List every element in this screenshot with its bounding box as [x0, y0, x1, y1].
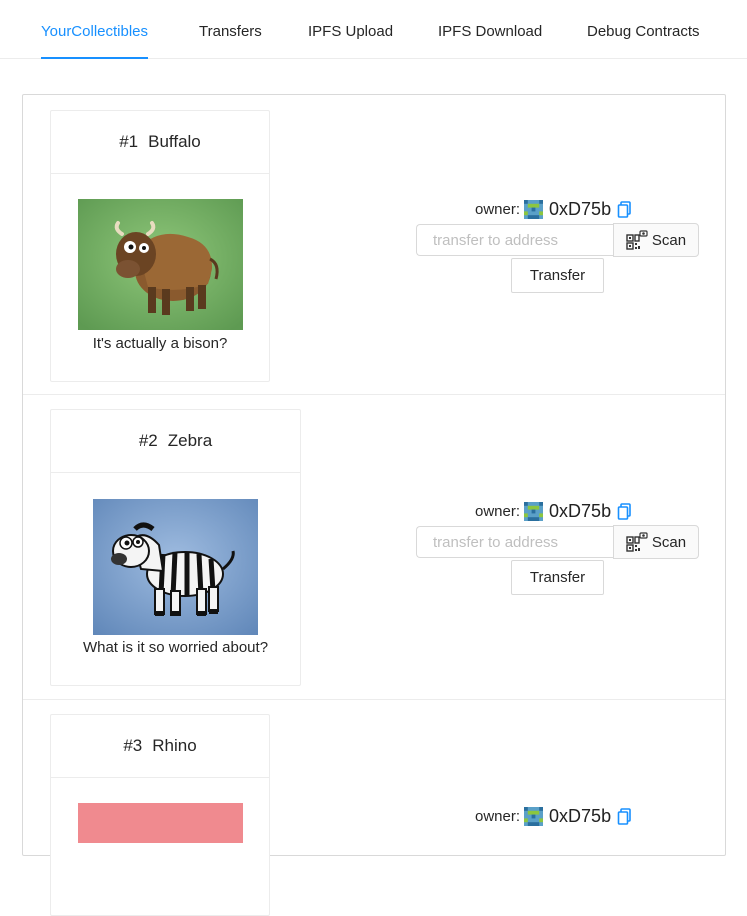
- owner-address: 0xD75b: [549, 500, 612, 521]
- token-number: #1: [119, 132, 139, 151]
- tab-ipfs-upload[interactable]: IPFS Upload: [308, 0, 393, 58]
- tab-your-collectibles[interactable]: YourCollectibles: [41, 0, 149, 59]
- owner-label: owner:: [475, 502, 521, 520]
- rhino-image: [78, 803, 243, 843]
- tab-transfers[interactable]: Transfers: [199, 0, 262, 58]
- owner-display: owner: 0xD75b: [475, 198, 632, 220]
- transfer-address-input[interactable]: [416, 526, 613, 558]
- blockie-avatar: [524, 199, 544, 219]
- card-title: #2 Zebra: [51, 410, 300, 473]
- card-title: #1 Buffalo: [51, 111, 269, 174]
- collectible-card: #1 Buffalo It's actually a bison?: [50, 110, 270, 382]
- owner-label: owner:: [475, 807, 521, 825]
- owner-address: 0xD75b: [549, 198, 612, 219]
- tab-ipfs-download[interactable]: IPFS Download: [438, 0, 542, 58]
- scan-label: Scan: [651, 533, 687, 551]
- owner-display: owner: 0xD75b: [475, 500, 632, 522]
- blockie-avatar: [524, 501, 544, 521]
- collectible-card: #2 Zebra What is it so worried about?: [50, 409, 301, 686]
- token-description: What is it so worried about?: [82, 639, 269, 656]
- tab-bar: YourCollectibles Transfers IPFS Upload I…: [0, 0, 747, 59]
- copy-icon[interactable]: [617, 807, 632, 825]
- owner-address: 0xD75b: [549, 805, 612, 826]
- transfer-button[interactable]: Transfer: [511, 258, 604, 293]
- scan-label: Scan: [651, 231, 687, 249]
- copy-icon[interactable]: [617, 200, 632, 218]
- transfer-address-input[interactable]: [416, 224, 613, 256]
- zebra-image: [93, 499, 258, 635]
- owner-label: owner:: [475, 200, 521, 218]
- collectible-card: #3 Rhino: [50, 714, 270, 916]
- transfer-button[interactable]: Transfer: [511, 560, 604, 595]
- token-name: Rhino: [152, 736, 197, 755]
- qrcode-icon: [626, 230, 648, 250]
- tab-debug-contracts[interactable]: Debug Contracts: [587, 0, 700, 58]
- card-title: #3 Rhino: [51, 715, 269, 778]
- scan-button[interactable]: Scan: [613, 525, 699, 559]
- buffalo-image: [78, 199, 243, 330]
- copy-icon[interactable]: [617, 502, 632, 520]
- token-name: Zebra: [167, 431, 213, 450]
- token-number: #2: [138, 431, 158, 450]
- list-item: #3 Rhino owner: 0xD75b: [23, 700, 725, 916]
- token-number: #3: [123, 736, 143, 755]
- qrcode-icon: [626, 532, 648, 552]
- token-description: It's actually a bison?: [92, 335, 228, 352]
- scan-button[interactable]: Scan: [613, 223, 699, 257]
- token-name: Buffalo: [148, 132, 201, 151]
- list-item: #1 Buffalo It's actually a bison? owner:…: [23, 95, 725, 395]
- collectibles-list: #1 Buffalo It's actually a bison? owner:…: [22, 94, 726, 916]
- blockie-avatar: [524, 806, 544, 826]
- list-item: #2 Zebra What is it so worried about? ow…: [23, 395, 725, 700]
